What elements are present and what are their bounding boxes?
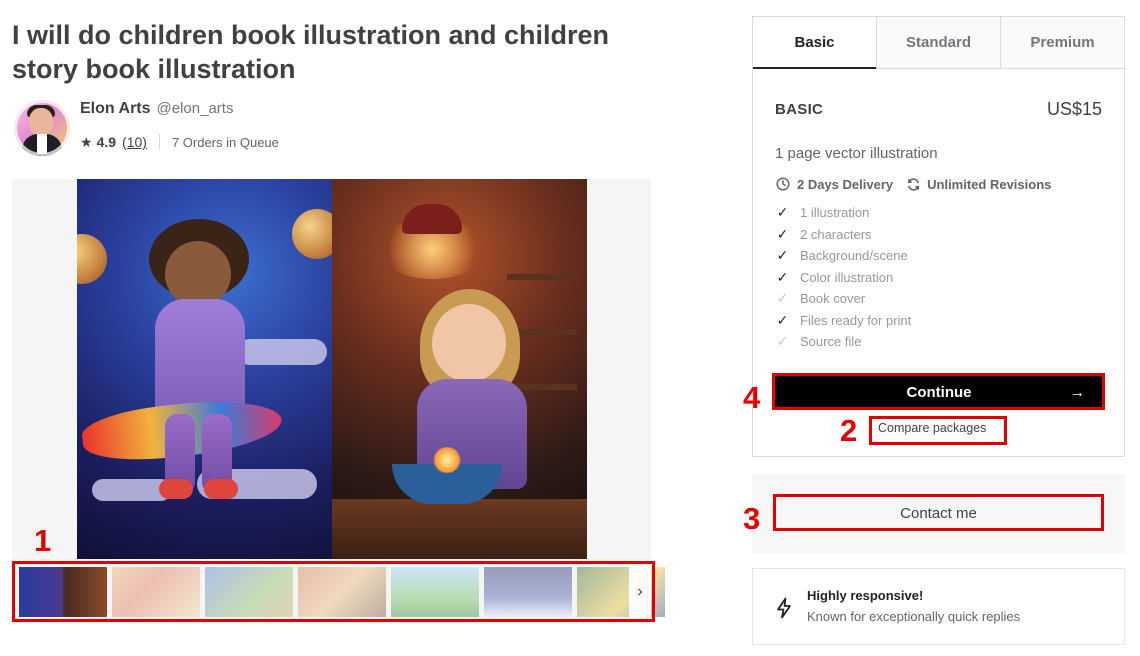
feature-item: ✓ 2 characters <box>776 225 872 242</box>
responsive-subtitle: Known for exceptionally quick replies <box>807 609 1021 624</box>
contact-card: Contact me <box>752 474 1125 554</box>
package-name: BASIC <box>775 100 824 118</box>
seller-info: Elon Arts @elon_arts ★ 4.9 (10) 7 Orders… <box>80 100 279 154</box>
feature-item: ✓ Source file <box>776 333 862 350</box>
delivery-time: 2 Days Delivery <box>797 176 894 192</box>
divider <box>158 134 160 150</box>
gallery-thumbnail[interactable] <box>577 567 665 617</box>
illustration-space-girl <box>77 179 342 559</box>
gallery-thumbnail[interactable] <box>484 567 572 617</box>
check-icon: ✓ <box>776 247 789 264</box>
tab-standard[interactable]: Standard <box>876 17 1000 68</box>
orders-in-queue: 7 Orders in Queue <box>171 134 279 150</box>
seller-name[interactable]: Elon Arts <box>80 100 151 118</box>
check-icon: ✓ <box>776 225 789 242</box>
check-icon: ✓ <box>776 290 789 307</box>
package-meta: 2 Days Delivery Unlimited Revisions <box>775 174 1102 194</box>
packages-card: Basic Standard Premium BASIC US$15 1 pag… <box>752 16 1125 457</box>
responsive-badge-card: Highly responsive! Known for exceptional… <box>752 568 1125 645</box>
seller-handle: @elon_arts <box>156 100 234 117</box>
reviews-count-link[interactable]: (10) <box>122 134 147 150</box>
check-icon: ✓ <box>776 311 789 328</box>
gallery-thumbnail[interactable] <box>205 567 293 617</box>
star-icon: ★ <box>80 133 93 150</box>
continue-button[interactable]: Continue → <box>775 376 1103 408</box>
lightning-bolt-icon <box>777 597 791 619</box>
annotation-number-4: 4 <box>743 380 761 415</box>
gig-gallery: › <box>12 179 665 624</box>
feature-item: ✓ Files ready for print <box>776 311 912 328</box>
tab-basic[interactable]: Basic <box>753 17 876 69</box>
continue-label: Continue <box>906 383 972 401</box>
feature-item: ✓ Book cover <box>776 290 866 307</box>
package-tabs: Basic Standard Premium <box>753 17 1124 69</box>
package-content: BASIC US$15 1 page vector illustration 2… <box>753 97 1124 353</box>
rating-score: 4.9 <box>96 134 117 150</box>
chevron-right-icon[interactable]: › <box>629 567 651 617</box>
gig-title: I will do children book illustration and… <box>12 20 610 84</box>
annotation-number-2: 2 <box>840 413 858 448</box>
clock-icon <box>775 176 791 192</box>
feature-item: ✓ 1 illustration <box>776 204 870 221</box>
check-icon: ✓ <box>776 204 789 221</box>
package-description: 1 page vector illustration <box>775 145 938 162</box>
refresh-icon <box>905 176 921 192</box>
feature-item: ✓ Color illustration <box>776 268 894 285</box>
responsive-title: Highly responsive! <box>807 588 924 603</box>
check-icon: ✓ <box>776 333 789 350</box>
feature-list: ✓ 1 illustration ✓ 2 characters ✓ Backgroun… <box>775 202 1102 353</box>
main-gallery-image[interactable] <box>77 179 587 559</box>
illustration-kitchen-girl <box>332 179 587 559</box>
gallery-thumbnail[interactable] <box>112 567 200 617</box>
seller-avatar[interactable] <box>14 100 70 156</box>
seller-overview: Elon Arts @elon_arts ★ 4.9 (10) 7 Orders… <box>14 100 279 156</box>
revisions: Unlimited Revisions <box>927 176 1052 192</box>
annotation-number-3: 3 <box>743 501 761 536</box>
thumbnail-strip: › <box>14 564 665 620</box>
arrow-right-icon: → <box>1070 383 1085 401</box>
package-price: US$15 <box>1046 98 1102 119</box>
gallery-thumbnail[interactable] <box>391 567 479 617</box>
feature-item: ✓ Background/scene <box>776 247 908 264</box>
gallery-thumbnail[interactable] <box>298 567 386 617</box>
gallery-thumbnail[interactable] <box>19 567 107 617</box>
annotation-number-1: 1 <box>34 523 52 558</box>
check-icon: ✓ <box>776 268 789 285</box>
tab-premium[interactable]: Premium <box>1000 17 1124 68</box>
compare-packages-link[interactable]: Compare packages <box>873 420 991 436</box>
contact-me-button[interactable]: Contact me <box>775 496 1102 530</box>
